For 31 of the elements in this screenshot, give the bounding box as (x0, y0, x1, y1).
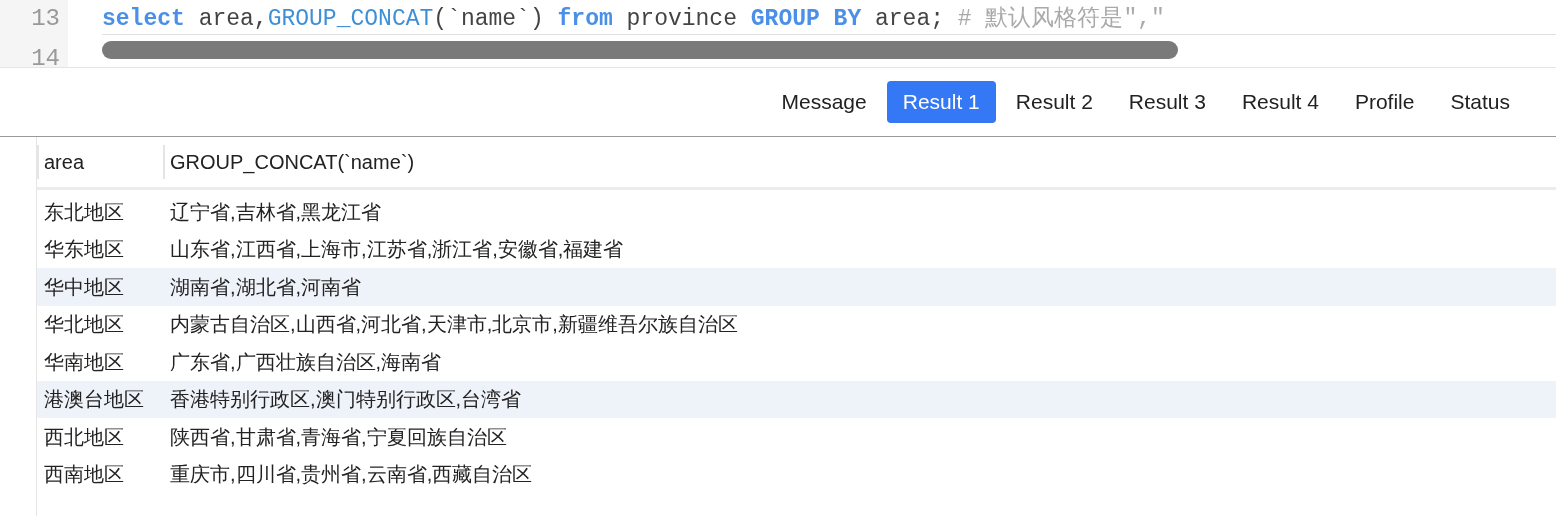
table-cell-text: 陕西省,甘肃省,青海省,宁夏回族自治区 (169, 424, 507, 450)
code-line: select area,GROUP_CONCAT(`name`) from province GROUP BY area; # 默认风格符是"," (102, 5, 1166, 34)
column-header[interactable]: GROUP_CONCAT(`name`) (170, 147, 415, 177)
line-number: 14 (31, 44, 60, 67)
table-cell-text: 山东省,江西省,上海市,江苏省,浙江省,安徽省,福建省 (169, 237, 624, 263)
table-cell-text: 重庆市,四川省,贵州省,云南省,西藏自治区 (169, 462, 533, 488)
line-number: 13 (31, 4, 60, 34)
table-cell-text: 华北地区 (43, 312, 125, 338)
table-cell-text: 内蒙古自治区,山西省,河北省,天津市,北京市,新疆维吾尔族自治区 (169, 312, 738, 338)
table-cell-text: 湖南省,湖北省,河南省 (169, 274, 362, 300)
result-tab[interactable]: Message (765, 81, 883, 123)
table-cell-text: 华南地区 (43, 349, 125, 375)
table-cell-text: 香港特别行政区,澳门特别行政区,台湾省 (169, 387, 522, 413)
column-header[interactable]: area (44, 147, 85, 177)
table-cell-text: 华东地区 (43, 237, 125, 263)
result-tab[interactable]: Status (1434, 81, 1526, 123)
table-cell-text: 广东省,广西壮族自治区,海南省 (169, 349, 442, 375)
table-cell-text: 西南地区 (43, 462, 125, 488)
table-cell-text: 华中地区 (43, 274, 125, 300)
table-cell-text: 辽宁省,吉林省,黑龙江省 (169, 199, 382, 225)
table-cell-text: 东北地区 (43, 199, 125, 225)
table-row[interactable]: 华中地区 湖南省,湖北省,河南省 (37, 268, 1556, 306)
result-tab[interactable]: Result 4 (1225, 81, 1335, 123)
result-tab[interactable]: Profile (1338, 81, 1431, 123)
horizontal-scrollbar[interactable] (102, 41, 1178, 59)
result-tab[interactable]: Result 3 (1112, 81, 1222, 123)
table-cell-text: 港澳台地区 (43, 387, 145, 413)
result-tab[interactable]: Result 2 (999, 81, 1109, 123)
table-cell-text: 西北地区 (43, 424, 125, 450)
table-row[interactable]: 港澳台地区 香港特别行政区,澳门特别行政区,台湾省 (37, 380, 1556, 418)
result-tab[interactable]: Result 1 (886, 81, 996, 123)
